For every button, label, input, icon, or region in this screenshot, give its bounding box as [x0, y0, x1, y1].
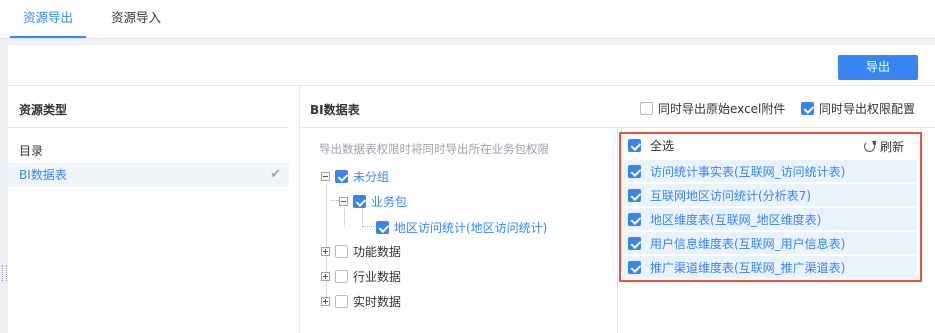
divider	[8, 127, 289, 128]
tree-connector	[362, 209, 363, 226]
table-row[interactable]: 地区维度表(互联网_地区维度表)	[624, 208, 917, 230]
resource-type-bi-table[interactable]: BI数据表 ✔	[8, 163, 289, 187]
checkbox[interactable]	[628, 237, 641, 250]
export-button[interactable]: 导出	[838, 55, 918, 80]
collapse-icon[interactable]	[339, 197, 348, 206]
table-row[interactable]: 访问统计事实表(互联网_访问统计表)	[624, 160, 917, 182]
checkbox[interactable]	[628, 261, 641, 274]
tab-resource-import[interactable]: 资源导入	[100, 0, 172, 36]
expand-icon[interactable]	[321, 247, 330, 256]
collapse-icon[interactable]	[321, 172, 330, 181]
resource-type-directory[interactable]: 目录	[8, 139, 289, 163]
export-excel-attachment-option[interactable]: 同时导出原始excel附件	[640, 100, 785, 117]
checkbox[interactable]	[628, 165, 641, 178]
table-row[interactable]: 推广渠道维度表(互联网_推广渠道表)	[624, 256, 917, 278]
tree-connector	[362, 226, 376, 227]
table-label: 推广渠道维度表(互联网_推广渠道表)	[650, 260, 846, 275]
divider	[8, 85, 935, 86]
tab-resource-export[interactable]: 资源导出	[10, 0, 86, 38]
resource-type-label: 目录	[19, 144, 44, 158]
refresh-button[interactable]: 刷新	[864, 138, 904, 155]
checkmark-icon: ✔	[270, 167, 281, 182]
permission-hint: 导出数据表权限时将同时导出所在业务包权限	[319, 142, 549, 156]
tree-node-industry-data[interactable]: 行业数据	[321, 267, 401, 285]
tree-node-realtime-data[interactable]: 实时数据	[321, 292, 401, 310]
checkbox[interactable]	[628, 139, 641, 152]
export-permission-option[interactable]: 同时导出权限配置	[801, 100, 915, 117]
table-label: 用户信息维度表(互联网_用户信息表)	[650, 236, 846, 251]
bi-table-title: BI数据表	[310, 103, 360, 117]
checkbox[interactable]	[628, 213, 641, 226]
tree-node-function-data[interactable]: 功能数据	[321, 242, 401, 260]
divider	[617, 128, 618, 333]
table-row[interactable]: 互联网地区访问统计(分析表7)	[624, 184, 917, 206]
resource-type-title: 资源类型	[19, 103, 68, 117]
export-panel: 导出 资源类型 目录 BI数据表 ✔ BI数据表 同时导出原始excel附件 同时…	[8, 45, 935, 333]
table-label: 地区维度表(互联网_地区维度表)	[650, 212, 822, 227]
table-row[interactable]: 用户信息维度表(互联网_用户信息表)	[624, 232, 917, 254]
checkbox[interactable]	[335, 170, 348, 183]
option-label: 同时导出权限配置	[819, 101, 916, 116]
tree-node-label: 地区访问统计(地区访问统计)	[394, 220, 548, 235]
tree-connector	[344, 209, 345, 226]
checkbox[interactable]	[801, 102, 814, 115]
checkbox[interactable]	[335, 270, 348, 283]
select-all-label: 全选	[650, 138, 675, 153]
divider	[299, 86, 300, 333]
refresh-label: 刷新	[880, 139, 905, 154]
checkbox[interactable]	[335, 245, 348, 258]
tree-node-label: 行业数据	[353, 269, 402, 284]
expand-icon[interactable]	[321, 297, 330, 306]
tree-node-region-visit[interactable]: 地区访问统计(地区访问统计)	[376, 218, 547, 236]
checkbox[interactable]	[335, 295, 348, 308]
tree-node-ungrouped[interactable]: 未分组	[321, 167, 389, 185]
tree-node-label: 功能数据	[353, 244, 402, 259]
checkbox[interactable]	[628, 189, 641, 202]
checkbox[interactable]	[640, 102, 653, 115]
option-label: 同时导出原始excel附件	[658, 101, 786, 116]
tree-node-label: 未分组	[353, 169, 390, 184]
tree-connector	[331, 200, 339, 201]
resize-handle[interactable]	[2, 265, 7, 281]
checkbox[interactable]	[376, 221, 389, 234]
tree-node-label: 实时数据	[353, 294, 402, 309]
checkbox[interactable]	[353, 195, 366, 208]
refresh-icon	[864, 141, 875, 152]
table-label: 访问统计事实表(互联网_访问统计表)	[650, 164, 846, 179]
resource-type-label: BI数据表	[19, 168, 67, 182]
tree-node-business-package[interactable]: 业务包	[339, 192, 407, 210]
table-label: 互联网地区访问统计(分析表7)	[650, 188, 811, 203]
expand-icon[interactable]	[321, 272, 330, 281]
tree-node-label: 业务包	[371, 194, 408, 209]
tab-bar: 资源导出 资源导入	[0, 0, 935, 39]
